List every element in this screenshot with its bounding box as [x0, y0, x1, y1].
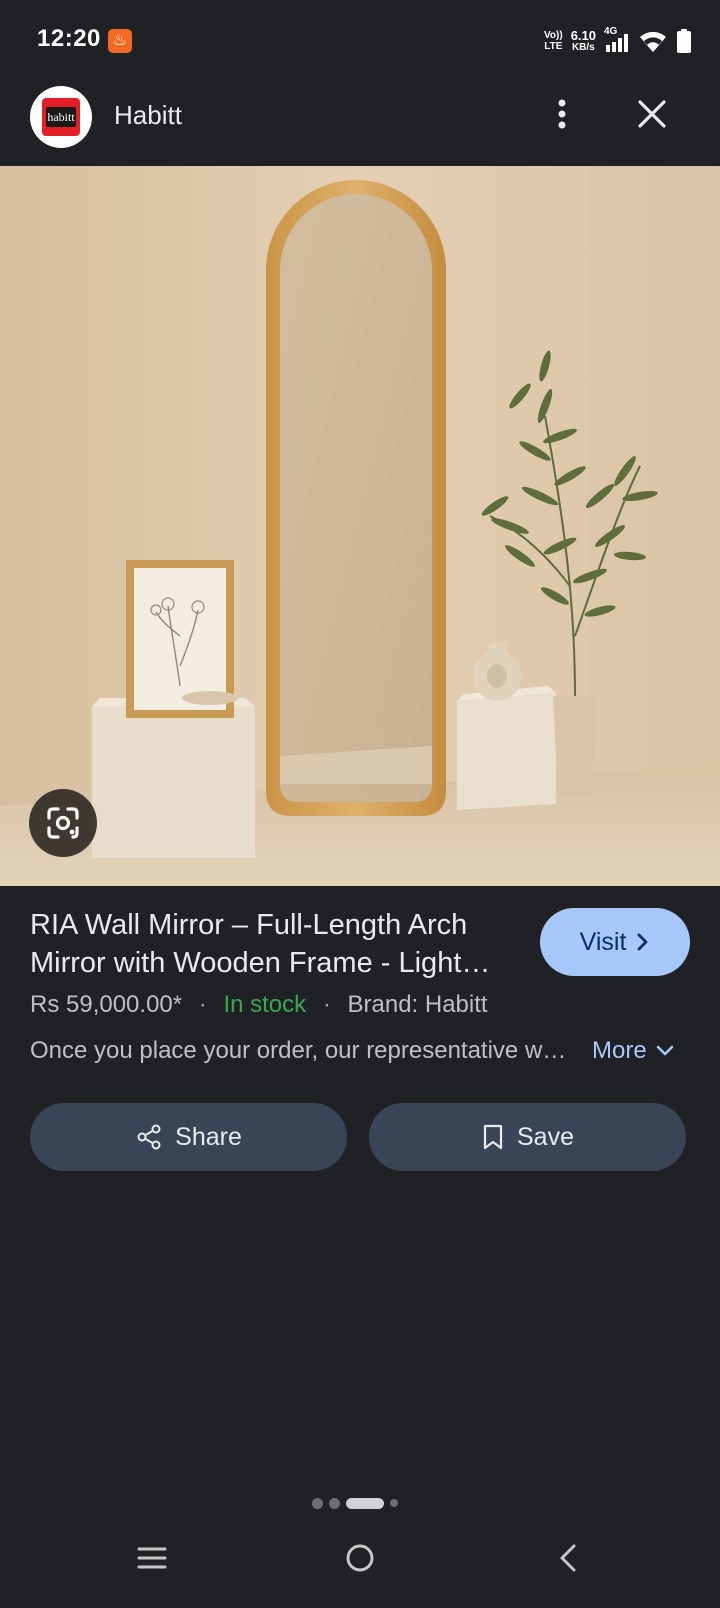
- cell-signal-icon: 4G: [604, 26, 630, 54]
- google-lens-button[interactable]: [29, 789, 97, 857]
- pager-dot: [390, 1499, 398, 1507]
- wifi-icon: [640, 31, 666, 52]
- navigation-bar: [0, 1528, 720, 1608]
- status-bar: 12:20 ♨ Vo)) LTE 6.10 KB/s 4G: [0, 0, 720, 82]
- share-label: Share: [175, 1122, 242, 1151]
- bookmark-icon: [483, 1124, 503, 1150]
- product-title[interactable]: RIA Wall Mirror – Full-Length Arch Mirro…: [30, 906, 520, 982]
- volte-label: Vo)): [543, 30, 563, 41]
- separator: ·: [198, 991, 207, 1018]
- site-logo[interactable]: habitt: [30, 86, 92, 148]
- back-chevron-icon: [560, 1544, 576, 1572]
- product-meta: Rs 59,000.00* · In stock · Brand: Habitt: [30, 991, 488, 1019]
- pager-dot: [312, 1497, 323, 1509]
- product-price: Rs 59,000.00*: [30, 991, 183, 1018]
- more-label: More: [592, 1037, 647, 1064]
- separator: ·: [322, 991, 331, 1018]
- visit-button[interactable]: Visit: [540, 908, 690, 976]
- visit-label: Visit: [579, 927, 627, 956]
- lte-label: LTE: [544, 41, 563, 52]
- pager-dot-active: [346, 1497, 384, 1509]
- chevron-right-icon: [637, 933, 648, 951]
- more-vert-icon[interactable]: [540, 92, 584, 136]
- product-brand: Brand: Habitt: [347, 991, 488, 1018]
- home-circle-icon: [346, 1544, 374, 1572]
- network-speed: 6.10 KB/s: [571, 29, 596, 53]
- save-button[interactable]: Save: [369, 1103, 686, 1171]
- logo-text: habitt: [46, 107, 76, 127]
- product-image[interactable]: [0, 166, 720, 886]
- habitt-logo-mark: habitt: [42, 98, 80, 136]
- back-button[interactable]: [552, 1540, 588, 1581]
- share-icon: [137, 1124, 161, 1150]
- network-speed-value: 6.10: [570, 28, 596, 43]
- pager-dot: [329, 1497, 340, 1509]
- battery-icon: [677, 29, 691, 53]
- recents-button[interactable]: [134, 1540, 170, 1581]
- product-description: Once you place your order, our represent…: [30, 1037, 570, 1064]
- menu-icon: [137, 1547, 167, 1569]
- mirror-scene-illustration: [0, 166, 720, 886]
- site-name[interactable]: Habitt: [114, 100, 182, 131]
- share-button[interactable]: Share: [30, 1103, 347, 1171]
- home-button[interactable]: [342, 1540, 378, 1581]
- chevron-down-icon: [656, 1045, 673, 1056]
- volte-indicator: Vo)) LTE: [544, 30, 563, 52]
- source-header: habitt Habitt: [0, 82, 720, 166]
- image-pager: [312, 1497, 398, 1509]
- google-lens-icon: [47, 807, 79, 839]
- more-button[interactable]: More: [592, 1037, 675, 1065]
- save-label: Save: [517, 1122, 574, 1151]
- close-icon[interactable]: [630, 92, 674, 136]
- network-speed-unit: KB/s: [571, 42, 595, 53]
- status-time: 12:20: [37, 25, 101, 52]
- status-icons: Vo)) LTE 6.10 KB/s 4G: [544, 26, 692, 55]
- notification-app-icon: ♨: [108, 29, 132, 53]
- stock-status: In stock: [223, 991, 307, 1018]
